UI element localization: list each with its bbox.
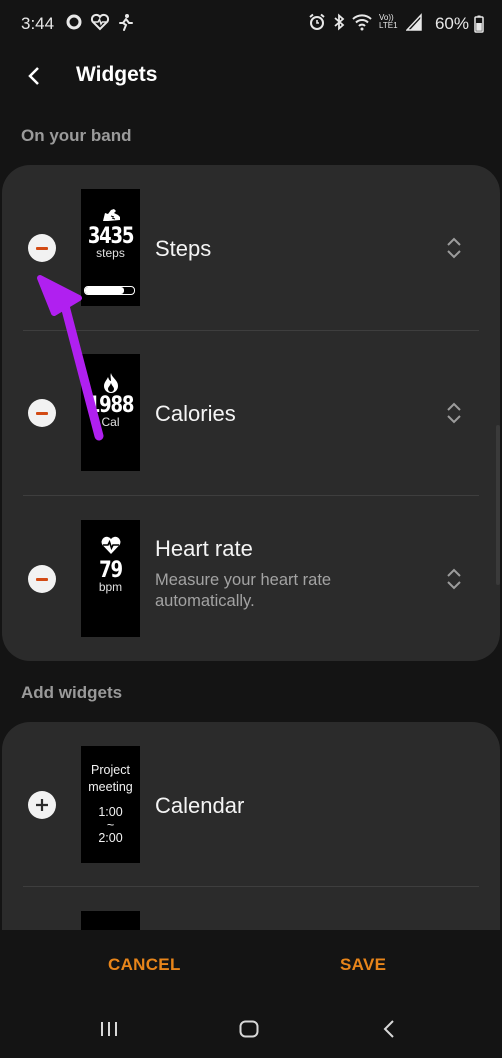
- status-left-icons: [66, 13, 134, 31]
- calendar-title: Calendar: [155, 793, 245, 818]
- calendar-thumbnail: Project meeting 1:00 ~ 2:00: [81, 746, 140, 863]
- run-icon: [118, 13, 134, 31]
- nav-back-button[interactable]: [374, 1016, 404, 1042]
- alarm-icon: [308, 13, 326, 31]
- steps-progress-fill: [85, 287, 125, 294]
- status-time: 3:44: [21, 14, 55, 33]
- calendar-thumb-line1: Project: [91, 763, 130, 777]
- heart-rate-thumbnail: 79 bpm: [81, 520, 140, 637]
- add-calendar-button[interactable]: [28, 791, 56, 819]
- reorder-icon[interactable]: [444, 235, 464, 261]
- steps-title: Steps: [155, 236, 212, 261]
- calories-title: Calories: [155, 401, 236, 426]
- remove-heart-rate-button[interactable]: [28, 565, 56, 593]
- heart-rate-icon: [101, 536, 120, 554]
- page-title: Widgets: [76, 63, 158, 86]
- widget-row-calories[interactable]: 1988 Cal Calories: [2, 331, 500, 496]
- recents-icon: [101, 1022, 117, 1036]
- nav-back-icon: [383, 1020, 394, 1038]
- widget-row-heart-rate[interactable]: 79 bpm Heart rate Measure your heart rat…: [2, 496, 500, 661]
- steps-thumbnail: 3435 steps: [81, 189, 140, 306]
- steps-thumb-value: 3435: [87, 224, 135, 249]
- widget-row-steps[interactable]: 3435 steps Steps: [2, 165, 500, 330]
- cancel-button[interactable]: CANCEL: [108, 955, 181, 975]
- heart-pulse-icon: [90, 13, 110, 31]
- volte-lte-icon: Vo)) LTE1: [379, 13, 398, 30]
- app-bar: Widgets: [0, 50, 502, 106]
- back-arrow-icon: [28, 67, 39, 85]
- flame-icon: [103, 373, 118, 393]
- heart-rate-subtitle-line1: Measure your heart rate: [155, 571, 332, 589]
- home-button[interactable]: [234, 1016, 264, 1042]
- minus-icon: [36, 577, 48, 581]
- heart-rate-thumb-value: 79: [99, 558, 123, 583]
- save-button[interactable]: SAVE: [340, 955, 386, 975]
- bottom-action-bar: CANCEL SAVE: [0, 930, 502, 1002]
- back-button[interactable]: [18, 60, 50, 92]
- battery-percent: 60%: [434, 14, 469, 33]
- heart-rate-title: Heart rate: [155, 536, 253, 561]
- reorder-icon[interactable]: [444, 400, 464, 426]
- heart-rate-subtitle-line2: automatically.: [155, 592, 255, 610]
- section-header-on-your-band: On your band: [21, 126, 132, 145]
- calendar-thumb-line2: meeting: [88, 780, 133, 794]
- signal-icon: [406, 13, 422, 31]
- shoe-icon: [102, 209, 120, 221]
- remove-steps-button[interactable]: [28, 234, 56, 262]
- minus-icon: [36, 246, 48, 250]
- system-nav-bar: [0, 1002, 502, 1058]
- status-right-icons: Vo)) LTE1: [308, 13, 422, 31]
- bluetooth-icon: [333, 13, 345, 31]
- scroll-indicator[interactable]: [496, 425, 500, 585]
- calendar-thumb-line4: ~: [106, 818, 115, 832]
- calendar-thumb-line5: 2:00: [98, 831, 123, 845]
- battery-icon: [474, 15, 484, 33]
- status-bar: 3:44 Vo)) LTE1 60%: [0, 0, 502, 50]
- calories-thumbnail: 1988 Cal: [81, 354, 140, 471]
- recents-button[interactable]: [94, 1016, 124, 1042]
- circle-o-icon: [66, 13, 82, 31]
- plus-icon: [36, 799, 48, 811]
- minus-icon: [36, 411, 48, 415]
- remove-calories-button[interactable]: [28, 399, 56, 427]
- on-your-band-card: 3435 steps Steps 1988 Cal Calories 79 bp…: [2, 165, 500, 661]
- section-header-add-widgets: Add widgets: [21, 683, 123, 702]
- calories-thumb-value: 1988: [87, 393, 135, 418]
- steps-progress-bar: [84, 286, 135, 295]
- widget-row-calendar[interactable]: Project meeting 1:00 ~ 2:00 Calendar: [2, 722, 500, 887]
- reorder-icon[interactable]: [444, 566, 464, 592]
- status-battery: 60%: [435, 14, 484, 34]
- widgets-screen: 3:44 Vo)) LTE1 60% Widgets On your band …: [0, 0, 502, 1058]
- home-icon: [239, 1020, 259, 1038]
- wifi-icon: [352, 13, 372, 31]
